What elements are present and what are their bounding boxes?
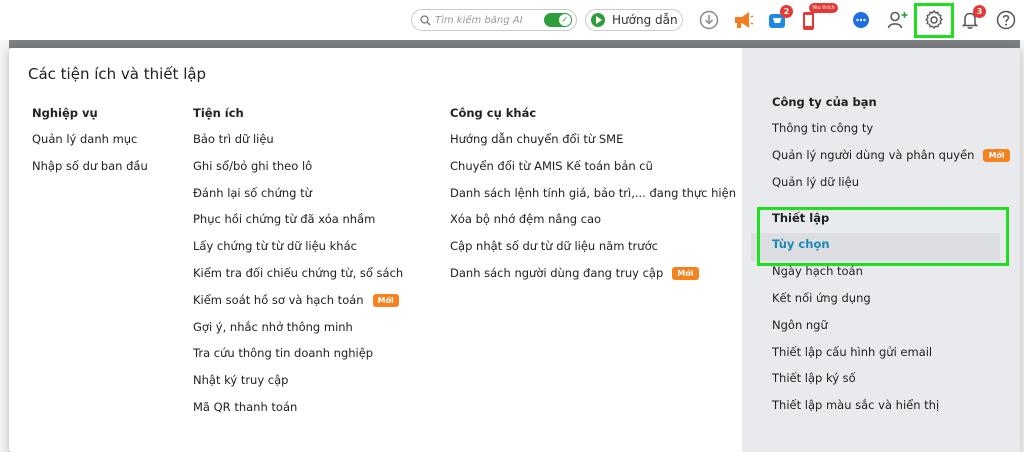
- utilities-settings-popup: Các tiện ích và thiết lập Nghiệp vụ Quản…: [9, 48, 1020, 452]
- app-right-edge: [1020, 40, 1024, 452]
- ai-search-box[interactable]: ✓: [411, 9, 577, 31]
- top-bar: ✓ Hướng dẫn 2 Yêu thích 3: [0, 0, 1024, 40]
- side-item-label: Quản lý người dùng và phân quyền: [772, 147, 975, 162]
- guide-button[interactable]: Hướng dẫn: [585, 9, 683, 31]
- wishlist-badge: Yêu thích: [809, 3, 838, 13]
- new-badge: Mới: [983, 148, 1010, 162]
- menu-item-ma-qr[interactable]: Mã QR thanh toán: [193, 389, 403, 416]
- menu-item-kiem-soat-ho-so[interactable]: Kiểm soát hồ sơ và hạch toán Mới: [193, 282, 403, 309]
- menu-item-danh-sach-lenh[interactable]: Danh sách lệnh tính giá, bảo trì,... đan…: [450, 175, 736, 202]
- side-item-thong-tin-cong-ty[interactable]: Thông tin công ty: [772, 110, 1012, 137]
- side-item-quan-ly-du-lieu[interactable]: Quản lý dữ liệu: [772, 164, 1012, 191]
- company-heading: Công ty của bạn: [772, 95, 877, 109]
- add-user-icon[interactable]: [886, 8, 910, 32]
- wishlist-icon[interactable]: Yêu thích: [797, 3, 838, 32]
- menu-item-quan-ly-danh-muc[interactable]: Quản lý danh mục: [32, 121, 148, 148]
- menu-item-xoa-bo-nho[interactable]: Xóa bộ nhớ đệm nâng cao: [450, 201, 736, 228]
- side-item-cau-hinh-email[interactable]: Thiết lập cấu hình gửi email: [772, 334, 1012, 361]
- side-item-ket-noi-ung-dung[interactable]: Kết nối ứng dụng: [772, 280, 1012, 307]
- column-nghiep-vu: Nghiệp vụ Quản lý danh mục Nhập số dư ba…: [32, 105, 148, 175]
- column-heading: Công cụ khác: [450, 106, 537, 120]
- megaphone-icon[interactable]: [731, 8, 755, 32]
- cart-badge: 2: [780, 5, 793, 18]
- app-left-edge: [0, 40, 9, 452]
- menu-item-nguoi-dung-truy-cap[interactable]: Danh sách người dùng đang truy cập Mới: [450, 255, 736, 282]
- menu-item-bao-tri[interactable]: Bảo trì dữ liệu: [193, 121, 403, 148]
- side-menu: Công ty của bạn Thông tin công ty Quản l…: [772, 94, 1012, 414]
- menu-item-chuyen-doi-amis[interactable]: Chuyển đổi từ AMIS Kế toán bản cũ: [450, 148, 736, 175]
- menu-item-ghi-so[interactable]: Ghi sổ/bỏ ghi theo lô: [193, 148, 403, 175]
- side-item-tuy-chon[interactable]: Tùy chọn: [772, 226, 1012, 253]
- side-item-quan-ly-nguoi-dung[interactable]: Quản lý người dùng và phân quyền Mới: [772, 137, 1012, 164]
- new-badge: Mới: [372, 293, 399, 307]
- menu-item-kiem-tra-doi-chieu[interactable]: Kiểm tra đối chiếu chứng từ, sổ sách: [193, 255, 403, 282]
- menu-item-label: Kiểm soát hồ sơ và hạch toán: [193, 292, 364, 307]
- menu-item-goi-y[interactable]: Gợi ý, nhắc nhở thông minh: [193, 309, 403, 336]
- side-item-mau-sac[interactable]: Thiết lập màu sắc và hiển thị: [772, 387, 1012, 414]
- column-cong-cu-khac: Công cụ khác Hướng dẫn chuyển đổi từ SME…: [450, 105, 736, 282]
- settings-heading: Thiết lập: [772, 211, 830, 226]
- cart-icon[interactable]: 2: [765, 5, 793, 32]
- menu-item-danh-lai-so[interactable]: Đánh lại số chứng từ: [193, 175, 403, 202]
- menu-item-nhat-ky[interactable]: Nhật ký truy cập: [193, 362, 403, 389]
- notification-bell-icon[interactable]: 3: [958, 5, 986, 32]
- check-icon: ✓: [559, 14, 571, 26]
- menu-item-phuc-hoi[interactable]: Phục hồi chứng từ đã xóa nhầm: [193, 201, 403, 228]
- column-heading: Nghiệp vụ: [32, 106, 98, 120]
- help-icon[interactable]: [994, 8, 1018, 32]
- side-item-ngon-ngu[interactable]: Ngôn ngữ: [772, 307, 1012, 334]
- menu-item-nhap-so-du[interactable]: Nhập số dư ban đầu: [32, 148, 148, 175]
- play-icon: [591, 13, 605, 27]
- menu-item-huong-dan-sme[interactable]: Hướng dẫn chuyển đổi từ SME: [450, 121, 736, 148]
- gear-highlight-box: [914, 3, 954, 38]
- new-badge: Mới: [672, 266, 699, 280]
- download-icon[interactable]: [697, 8, 721, 32]
- column-tien-ich: Tiện ích Bảo trì dữ liệu Ghi sổ/bỏ ghi t…: [193, 105, 403, 416]
- guide-label: Hướng dẫn: [612, 13, 678, 27]
- menu-item-label: Danh sách người dùng đang truy cập: [450, 265, 664, 280]
- menu-item-cap-nhat-so-du[interactable]: Cập nhật số dư từ dữ liệu năm trước: [450, 228, 736, 255]
- notification-badge: 3: [973, 5, 986, 18]
- chat-icon[interactable]: [849, 8, 873, 32]
- side-item-ky-so[interactable]: Thiết lập ký số: [772, 360, 1012, 387]
- search-input[interactable]: [435, 14, 535, 26]
- side-item-ngay-hach-toan[interactable]: Ngày hạch toán: [772, 253, 1012, 280]
- menu-item-lay-chung-tu[interactable]: Lấy chứng từ từ dữ liệu khác: [193, 228, 403, 255]
- popup-title: Các tiện ích và thiết lập: [28, 65, 207, 83]
- search-icon: [420, 11, 431, 30]
- ai-toggle[interactable]: ✓: [544, 13, 572, 27]
- menu-item-tra-cuu[interactable]: Tra cứu thông tin doanh nghiệp: [193, 335, 403, 362]
- column-heading: Tiện ích: [193, 106, 244, 120]
